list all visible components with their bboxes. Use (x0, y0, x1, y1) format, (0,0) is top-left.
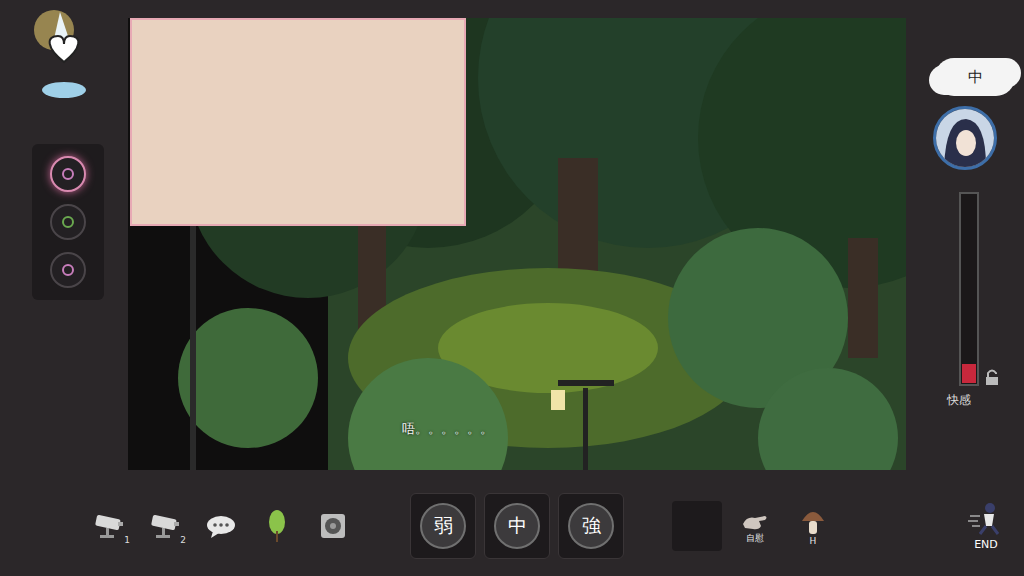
left-column (0, 0, 128, 476)
main-area: 唔。。。。。。 中快感 (0, 0, 1024, 476)
bottom-bar: 12弱中強自慰HEND (0, 476, 1024, 576)
camera-icon (92, 512, 126, 540)
intensity-button[interactable]: 強 (568, 503, 614, 549)
intensity-button[interactable]: 弱 (420, 503, 466, 549)
running-man-icon (966, 502, 1006, 536)
action-label: H (810, 537, 817, 546)
side-panel (32, 144, 104, 300)
body-part-icon (60, 214, 76, 230)
camera-icon (148, 512, 182, 540)
right-column: 中快感 (906, 0, 1024, 476)
closeup-window (130, 18, 466, 226)
empty-action[interactable] (672, 501, 722, 551)
chat-icon (205, 513, 237, 539)
tree-icon (266, 509, 288, 543)
game-screen: 唔。。。。。。中快感12弱中強自慰HEND (0, 0, 1024, 576)
meter-label: 快感 (947, 392, 971, 409)
side-button[interactable] (50, 252, 86, 288)
camera-button[interactable]: 2 (140, 501, 190, 551)
hand-action[interactable]: 自慰 (730, 501, 780, 551)
intensity-slot: 弱 (410, 493, 476, 559)
speaker-button[interactable] (308, 501, 358, 551)
lock-icon[interactable] (985, 368, 999, 386)
end-button[interactable]: END (966, 502, 1006, 551)
intensity-button[interactable]: 中 (494, 503, 540, 549)
meter-track (959, 192, 979, 386)
action-label: 自慰 (746, 534, 764, 543)
tree-button[interactable] (252, 501, 302, 551)
chat-button[interactable] (196, 501, 246, 551)
character-avatar (933, 106, 997, 170)
intensity-slot: 強 (558, 493, 624, 559)
body-part-icon (60, 262, 76, 278)
side-button[interactable] (50, 204, 86, 240)
camera-button[interactable]: 1 (84, 501, 134, 551)
intensity-group: 弱中強 (410, 493, 624, 559)
pleasure-meter (931, 192, 999, 386)
end-label: END (974, 538, 998, 551)
camera-number: 2 (180, 535, 186, 545)
dialogue-text: 唔。。。。。。 (398, 418, 497, 440)
mushroom-action[interactable]: H (788, 501, 838, 551)
mushroom-icon (800, 507, 826, 537)
body-part-icon (60, 166, 76, 182)
camera-number: 1 (124, 535, 130, 545)
side-button[interactable] (50, 156, 86, 192)
meter-fill (962, 364, 976, 383)
avatar-icon (936, 109, 994, 167)
toolbar: 12 (84, 501, 358, 551)
thought-bubble: 中 (935, 58, 1015, 96)
speaker-icon (318, 511, 348, 541)
action-group: 自慰 H (672, 501, 838, 551)
intensity-slot: 中 (484, 493, 550, 559)
game-viewport: 唔。。。。。。 (128, 18, 906, 470)
hand-icon (739, 510, 771, 534)
crystal-heart-icon (32, 8, 96, 104)
